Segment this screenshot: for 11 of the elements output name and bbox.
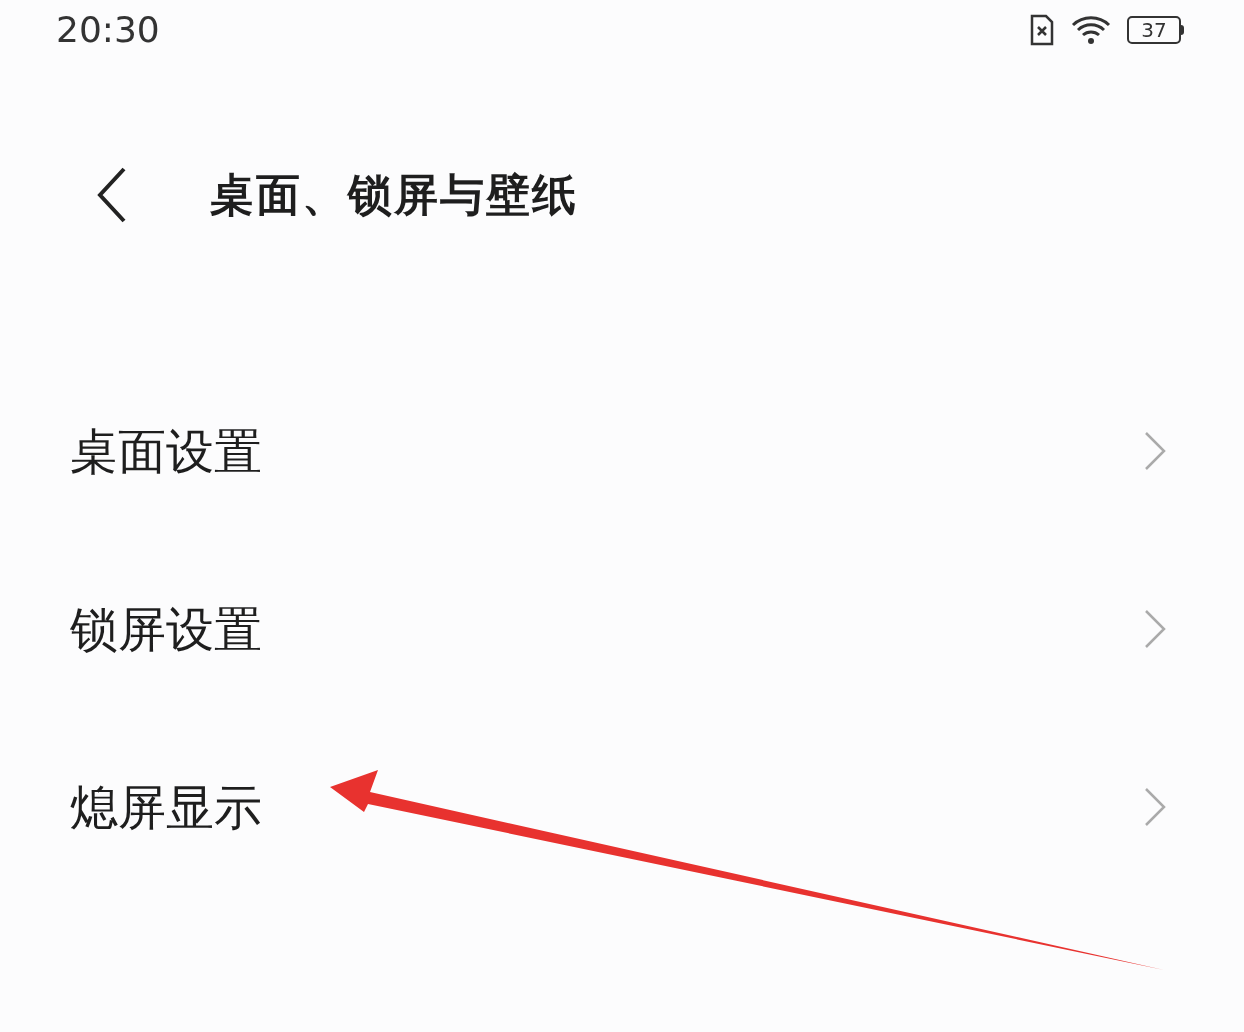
chevron-icon bbox=[1144, 787, 1166, 827]
settings-item[interactable]: 锁屏设置 bbox=[0, 540, 1244, 718]
chevron-icon bbox=[1144, 431, 1166, 471]
sim-icon bbox=[1029, 14, 1055, 46]
wifi-icon bbox=[1071, 15, 1111, 45]
battery-level: 37 bbox=[1141, 20, 1167, 40]
status-time: 20:30 bbox=[56, 8, 160, 52]
chevron-icon bbox=[1144, 609, 1166, 649]
settings-item[interactable]: 桌面设置 bbox=[0, 362, 1244, 540]
page-title: 桌面、锁屏与壁纸 bbox=[210, 168, 578, 222]
settings-item[interactable]: 熄屏显示 bbox=[0, 718, 1244, 896]
